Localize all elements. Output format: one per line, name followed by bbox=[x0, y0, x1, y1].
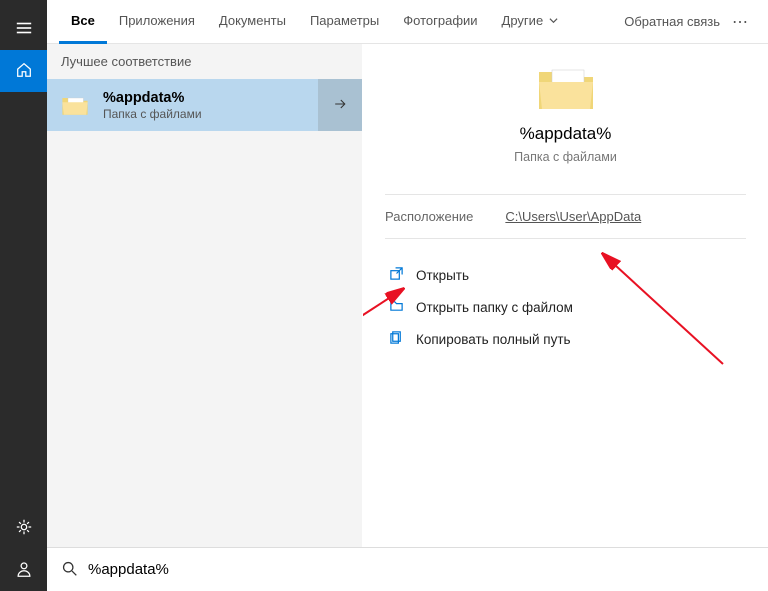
divider bbox=[385, 238, 746, 239]
location-label: Расположение bbox=[385, 209, 473, 224]
results-pane: Лучшее соответствие %appdata% Папка с фа… bbox=[47, 44, 363, 547]
tab-photos[interactable]: Фотографии bbox=[391, 0, 489, 44]
preview-subtitle: Папка с файлами bbox=[514, 150, 617, 164]
result-labels: %appdata% Папка с файлами bbox=[103, 90, 318, 121]
profile-button[interactable] bbox=[0, 549, 47, 591]
location-value[interactable]: C:\Users\User\AppData bbox=[505, 209, 641, 224]
feedback-label: Обратная связь bbox=[624, 14, 720, 29]
arrow-right-icon bbox=[332, 96, 348, 115]
tab-all[interactable]: Все bbox=[59, 0, 107, 44]
actions-list: Открыть Открыть папку с файлом Копироват… bbox=[363, 253, 768, 361]
home-icon bbox=[15, 61, 33, 82]
folder-icon bbox=[47, 93, 103, 117]
tab-docs[interactable]: Документы bbox=[207, 0, 298, 44]
tab-other[interactable]: Другие bbox=[490, 0, 571, 44]
search-input[interactable] bbox=[88, 561, 754, 578]
tab-label: Фотографии bbox=[403, 13, 477, 28]
gear-icon bbox=[15, 518, 33, 539]
more-button[interactable]: ⋯ bbox=[726, 12, 756, 32]
section-header-best-match: Лучшее соответствие bbox=[47, 44, 362, 79]
tab-label: Документы bbox=[219, 13, 286, 28]
action-label: Копировать полный путь bbox=[416, 332, 571, 347]
open-icon bbox=[389, 266, 404, 284]
tab-apps[interactable]: Приложения bbox=[107, 0, 207, 44]
search-icon bbox=[61, 560, 78, 580]
tab-params[interactable]: Параметры bbox=[298, 0, 391, 44]
action-copy-path[interactable]: Копировать полный путь bbox=[385, 323, 746, 355]
filter-tabs: Все Приложения Документы Параметры Фотог… bbox=[47, 0, 768, 44]
preview-title: %appdata% bbox=[520, 124, 612, 144]
home-button[interactable] bbox=[0, 50, 47, 92]
result-subtitle: Папка с файлами bbox=[103, 107, 318, 121]
feedback-link[interactable]: Обратная связь bbox=[624, 14, 726, 29]
action-open[interactable]: Открыть bbox=[385, 259, 746, 291]
action-open-folder[interactable]: Открыть папку с файлом bbox=[385, 291, 746, 323]
hamburger-button[interactable] bbox=[0, 8, 47, 50]
preview-pane: %appdata% Папка с файлами Расположение C… bbox=[363, 44, 768, 547]
chevron-down-icon bbox=[549, 13, 558, 28]
tab-label: Другие bbox=[502, 13, 544, 28]
more-icon: ⋯ bbox=[732, 14, 750, 31]
content-split: Лучшее соответствие %appdata% Папка с фа… bbox=[47, 44, 768, 547]
person-icon bbox=[15, 560, 33, 581]
left-rail bbox=[0, 0, 47, 591]
preview-header: %appdata% Папка с файлами bbox=[363, 64, 768, 180]
action-label: Открыть bbox=[416, 268, 469, 283]
expand-arrow-button[interactable] bbox=[318, 79, 362, 131]
main-area: Все Приложения Документы Параметры Фотог… bbox=[47, 0, 768, 591]
result-title: %appdata% bbox=[103, 90, 318, 106]
result-row[interactable]: %appdata% Папка с файлами bbox=[47, 79, 362, 131]
folder-large-icon bbox=[536, 64, 596, 112]
tab-label: Все bbox=[71, 13, 95, 28]
action-label: Открыть папку с файлом bbox=[416, 300, 573, 315]
copy-icon bbox=[389, 330, 404, 348]
folder-open-icon bbox=[389, 298, 404, 316]
tab-label: Параметры bbox=[310, 13, 379, 28]
search-bar bbox=[47, 547, 768, 591]
divider bbox=[385, 194, 746, 195]
hamburger-icon bbox=[15, 19, 33, 40]
settings-button[interactable] bbox=[0, 507, 47, 549]
detail-location: Расположение C:\Users\User\AppData bbox=[363, 209, 768, 224]
tab-label: Приложения bbox=[119, 13, 195, 28]
